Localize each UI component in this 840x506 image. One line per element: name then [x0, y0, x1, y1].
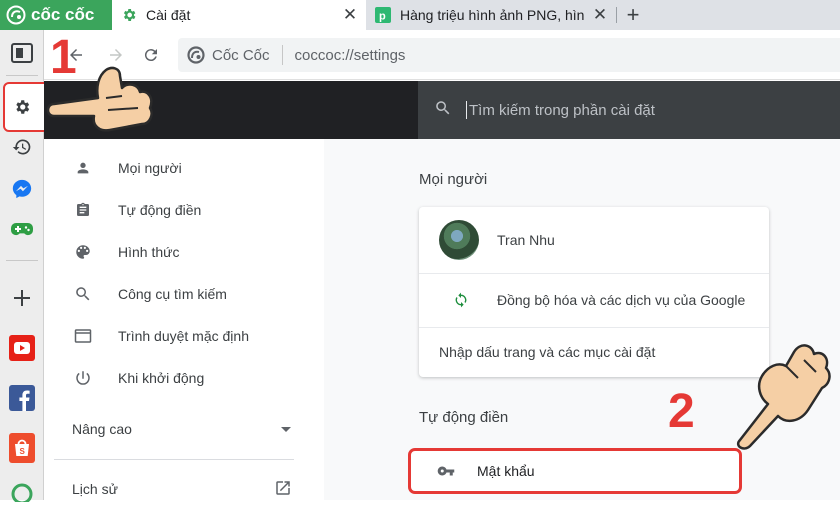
nav-label: Công cụ tìm kiếm [118, 286, 227, 302]
nav-label: Hình thức [118, 244, 180, 260]
card-divider [419, 273, 769, 274]
import-bookmarks-row[interactable]: Nhập dấu trang và các mục cài đặt [419, 337, 769, 367]
section-title-autofill: Tự động điền [419, 409, 509, 426]
panel-icon[interactable] [7, 38, 37, 68]
sidebar-divider [6, 260, 38, 261]
nav-item-appearance[interactable]: Hình thức [74, 240, 180, 264]
close-icon[interactable]: ✕ [340, 5, 360, 25]
nav-label: Nâng cao [72, 421, 132, 437]
nav-item-history[interactable]: Lịch sử [72, 477, 292, 501]
svg-text:p: p [379, 11, 386, 23]
caret-down-icon [280, 421, 292, 437]
shopee-icon[interactable]: S [7, 433, 37, 463]
coccoc-sidebar-icon[interactable] [7, 476, 37, 506]
site-name: Cốc Cốc [212, 46, 270, 64]
nav-advanced-toggle[interactable]: Nâng cao [72, 417, 292, 441]
url-text[interactable]: coccoc://settings [283, 47, 406, 64]
pointing-hand-icon [46, 66, 153, 132]
settings-nav: Mọi người Tự động điền Hình thức Công cụ… [44, 139, 324, 500]
gear-icon [120, 6, 138, 24]
browser-window-icon [74, 327, 92, 345]
tab-title: Cài đặt [146, 7, 191, 23]
import-label: Nhập dấu trang và các mục cài đặt [439, 344, 656, 360]
sync-icon [453, 292, 469, 308]
passwords-row[interactable]: Mật khẩu [408, 448, 742, 494]
nav-item-search-engine[interactable]: Công cụ tìm kiếm [74, 282, 227, 306]
nav-label: Khi khởi động [118, 370, 205, 386]
gear-icon[interactable] [7, 92, 37, 122]
palette-icon [74, 243, 92, 261]
password-label: Mật khẩu [477, 463, 535, 479]
section-title-people: Mọi người [419, 171, 488, 188]
coccoc-icon [187, 46, 205, 64]
address-bar[interactable]: Cốc Cốc coccoc://settings [178, 38, 840, 72]
facebook-icon[interactable] [7, 383, 37, 413]
tab-pngtree[interactable]: p Hàng triệu hình ảnh PNG, hìn ✕ [366, 0, 616, 30]
close-icon[interactable]: ✕ [590, 5, 610, 25]
tab-strip: cốc cốc Cài đặt ✕ p Hàng triệu hình ảnh … [0, 0, 840, 30]
nav-label: Mọi người [118, 160, 182, 176]
nav-item-default-browser[interactable]: Trình duyệt mặc định [74, 324, 249, 348]
search-placeholder[interactable]: Tìm kiếm trong phần cài đặt [469, 102, 655, 119]
nav-item-people[interactable]: Mọi người [74, 156, 182, 180]
nav-label: Lịch sử [72, 481, 118, 497]
plus-icon[interactable] [7, 283, 37, 313]
card-divider [419, 327, 769, 328]
nav-item-autofill[interactable]: Tự động điền [74, 198, 201, 222]
sync-row[interactable]: Đồng bộ hóa và các dịch vụ của Google [419, 285, 769, 315]
sidebar-divider [6, 75, 38, 76]
app-sidebar: S [0, 30, 55, 502]
pointing-hand-icon [736, 344, 831, 450]
profile-name: Tran Nhu [497, 232, 555, 248]
search-icon [74, 285, 92, 303]
coccoc-logo-icon [6, 5, 26, 25]
clipboard-icon [74, 201, 92, 219]
svg-text:S: S [20, 447, 26, 456]
text-caret [466, 101, 467, 119]
pngtree-icon: p [374, 6, 392, 24]
settings-header: Tìm kiếm trong phần cài đặt [44, 81, 840, 139]
tab-title: Hàng triệu hình ảnh PNG, hìn [400, 7, 585, 23]
people-card: Tran Nhu Đồng bộ hóa và các dịch vụ của … [419, 207, 769, 377]
nav-label: Trình duyệt mặc định [118, 328, 249, 344]
youtube-icon[interactable] [7, 333, 37, 363]
toolbar: Cốc Cốc coccoc://settings [44, 30, 840, 80]
history-icon[interactable] [7, 132, 37, 162]
site-chip: Cốc Cốc [186, 45, 283, 65]
person-icon [74, 159, 92, 177]
search-icon [434, 99, 452, 121]
logo-text: cốc cốc [31, 5, 95, 24]
coccoc-logo[interactable]: cốc cốc [0, 0, 112, 30]
step-number-2: 2 [668, 385, 695, 438]
power-icon [74, 369, 92, 387]
avatar [439, 220, 479, 260]
new-tab-button[interactable]: + [620, 2, 646, 27]
messenger-icon[interactable] [7, 174, 37, 204]
sync-label: Đồng bộ hóa và các dịch vụ của Google [497, 292, 746, 308]
nav-label: Tự động điền [118, 202, 202, 218]
tab-separator [616, 7, 617, 23]
settings-search[interactable]: Tìm kiếm trong phần cài đặt [418, 81, 840, 139]
profile-row[interactable]: Tran Nhu [419, 219, 769, 261]
open-in-new-icon [274, 479, 292, 500]
key-icon [437, 465, 455, 477]
tab-settings[interactable]: Cài đặt ✕ [112, 0, 366, 30]
nav-item-on-startup[interactable]: Khi khởi động [74, 366, 204, 390]
gamepad-icon[interactable] [7, 215, 37, 245]
nav-divider [54, 459, 294, 460]
